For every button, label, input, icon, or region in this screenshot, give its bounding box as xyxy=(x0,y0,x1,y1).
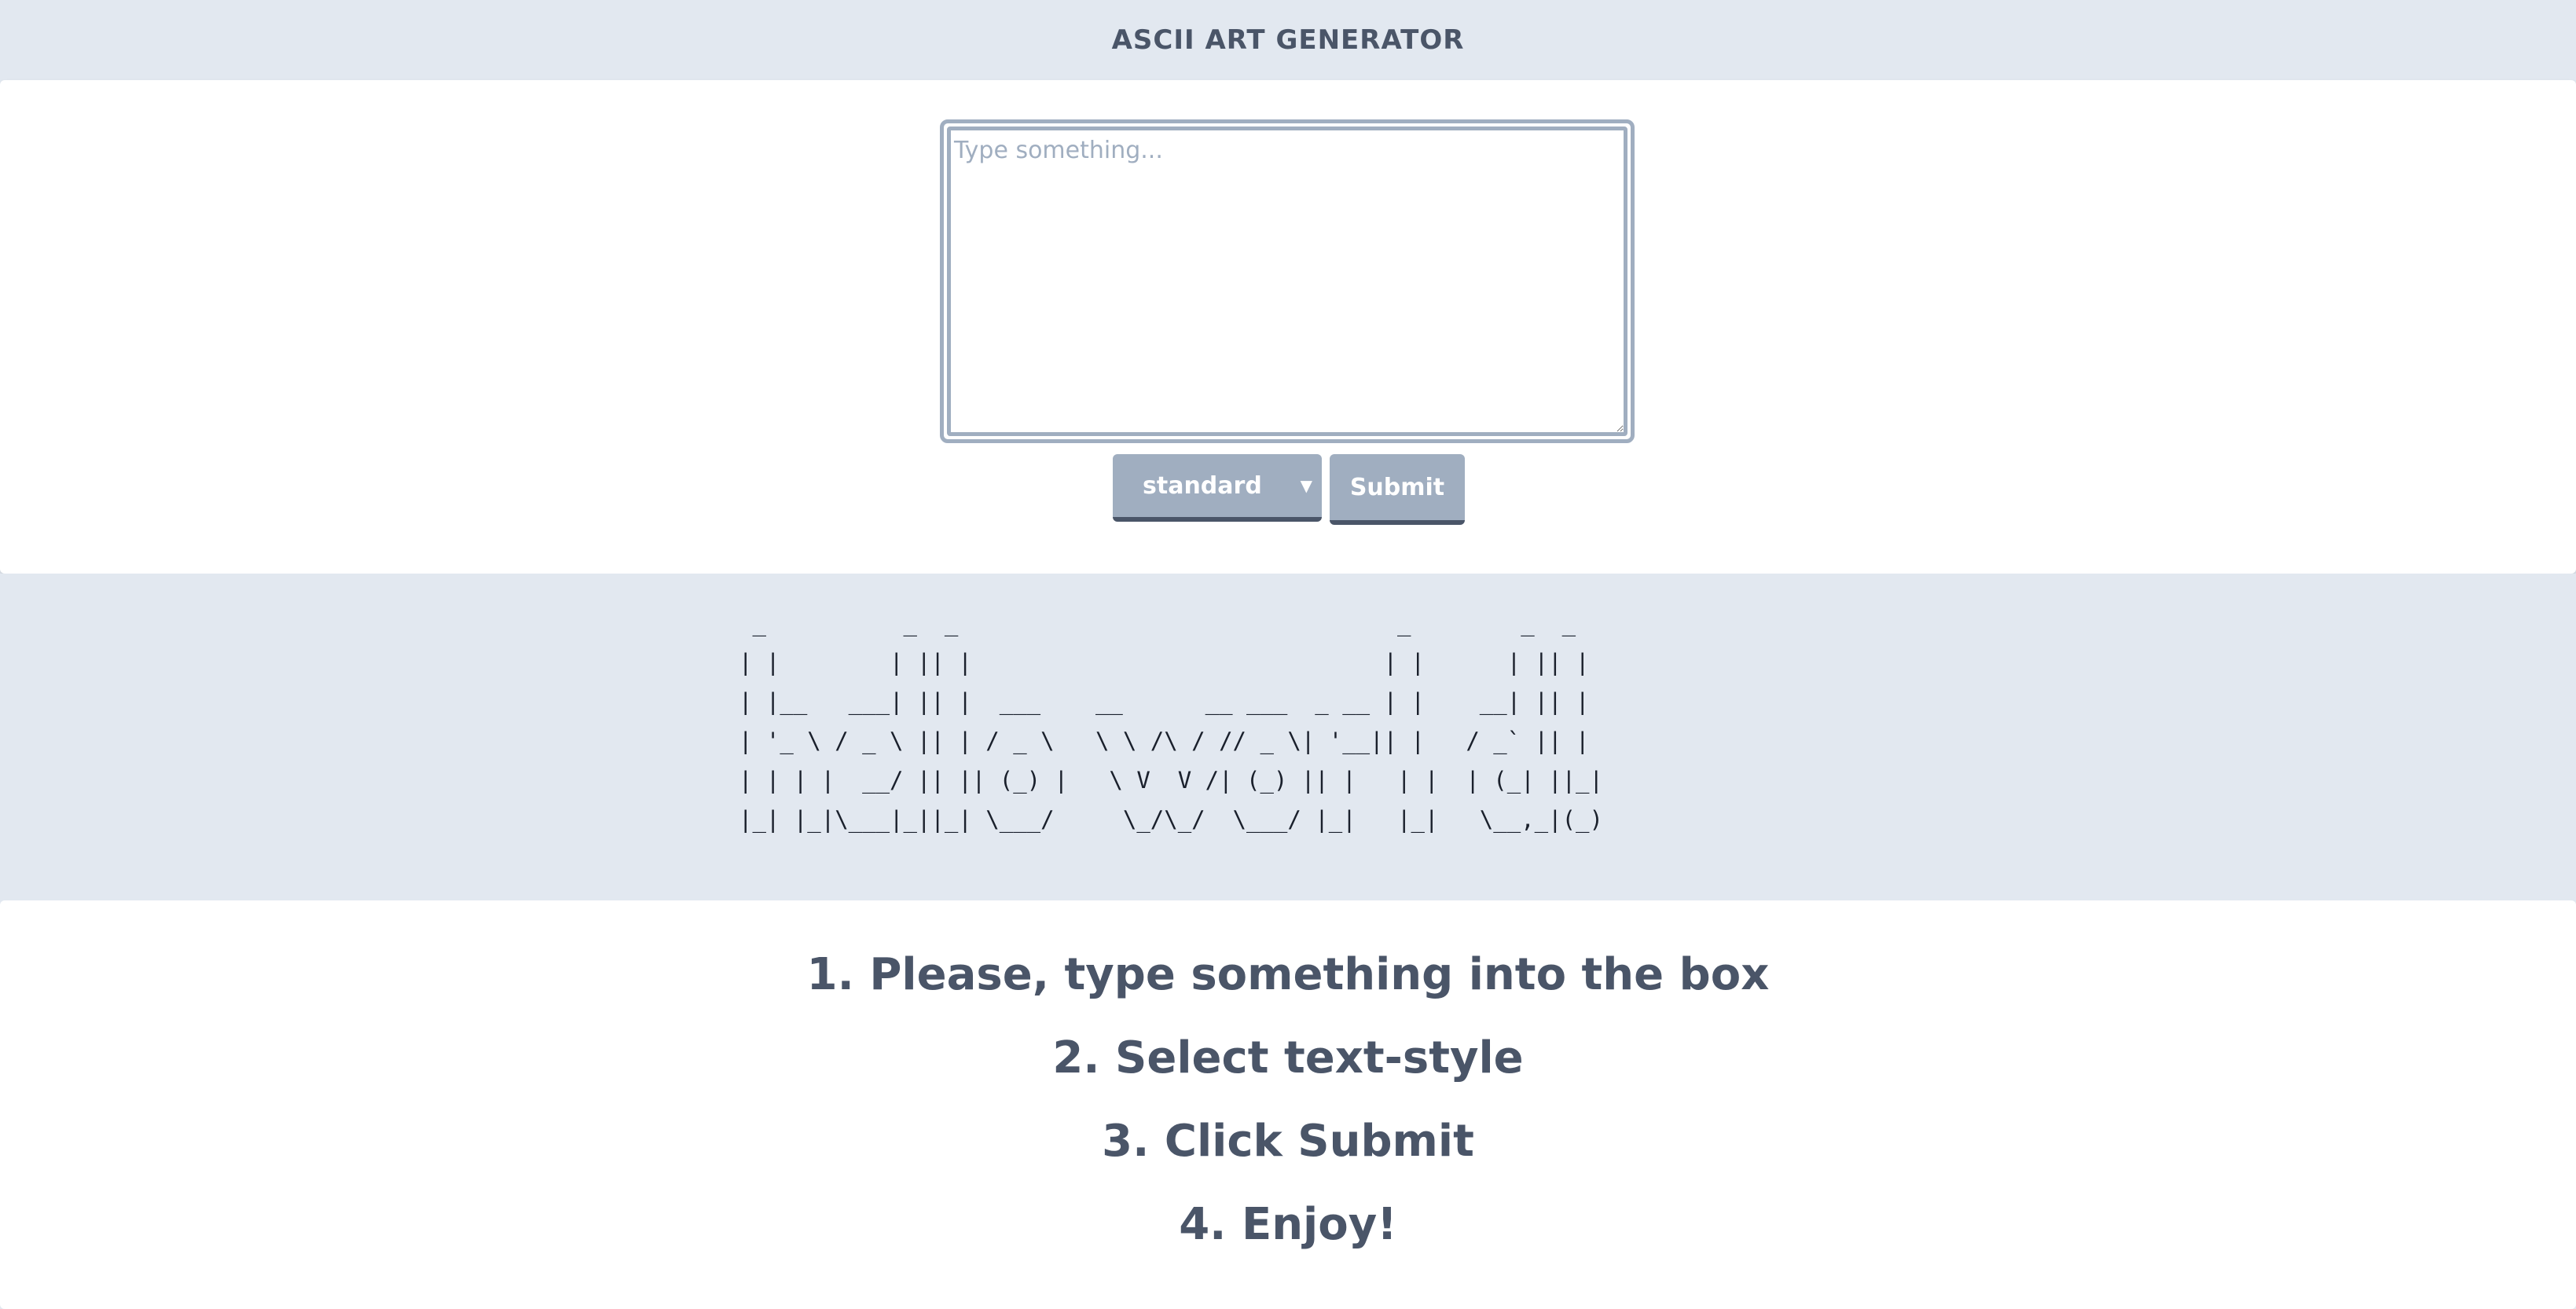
instruction-step-2: 2. Select text-style xyxy=(1052,1032,1524,1084)
text-input-frame xyxy=(940,119,1635,443)
text-input[interactable] xyxy=(947,126,1627,436)
controls: standard ▼ Submit xyxy=(1113,454,1465,525)
instruction-step-1: 1. Please, type something into the box xyxy=(806,949,1770,1000)
ascii-output-area: _ _ _ _ _ _ | | | || | | | | || | | |__ … xyxy=(0,574,2576,900)
chevron-down-icon: ▼ xyxy=(1300,476,1312,495)
header: ASCII ART GENERATOR xyxy=(0,0,2576,80)
text-style-select-value: standard xyxy=(1143,471,1262,500)
instruction-step-3: 3. Click Submit xyxy=(1102,1116,1474,1167)
text-style-select[interactable]: standard ▼ xyxy=(1113,454,1322,522)
instruction-step-4: 4. Enjoy! xyxy=(1179,1199,1397,1250)
submit-button[interactable]: Submit xyxy=(1330,454,1465,525)
ascii-art-output: _ _ _ _ _ _ | | | || | | | | || | | |__ … xyxy=(739,610,1603,833)
instructions-panel: 1. Please, type something into the box 2… xyxy=(0,900,2576,1309)
app-title: ASCII ART GENERATOR xyxy=(1111,24,1465,56)
input-panel: standard ▼ Submit xyxy=(0,80,2576,574)
